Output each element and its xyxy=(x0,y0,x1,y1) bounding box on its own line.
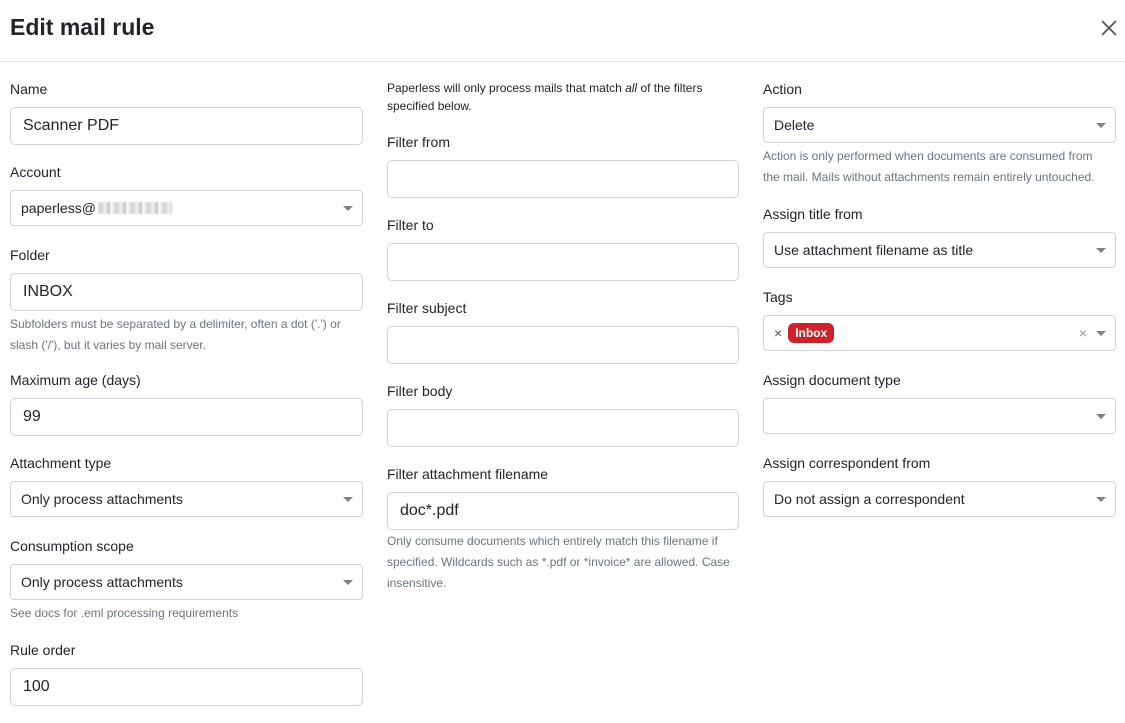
filter-to-label: Filter to xyxy=(387,217,434,233)
action-value: Delete xyxy=(774,117,815,133)
attachment-type-label: Attachment type xyxy=(10,455,112,471)
title-from-label: Assign title from xyxy=(763,206,863,222)
action-select[interactable]: Delete xyxy=(763,107,1116,143)
action-help: Action is only performed when documents … xyxy=(763,146,1095,188)
max-age-value: 99 xyxy=(23,408,41,425)
filter-filename-input[interactable]: doc*.pdf xyxy=(387,492,739,530)
name-input[interactable]: Scanner PDF xyxy=(10,107,363,145)
dialog-title: Edit mail rule xyxy=(10,14,155,40)
title-from-value: Use attachment filename as title xyxy=(774,242,974,258)
filter-filename-help: Only consume documents which entirely ma… xyxy=(387,531,730,594)
order-input[interactable]: 100 xyxy=(10,668,363,706)
filter-from-input[interactable] xyxy=(387,160,739,198)
doctype-select[interactable] xyxy=(763,398,1116,434)
correspondent-select[interactable]: Do not assign a correspondent xyxy=(763,481,1116,517)
intro-em: all xyxy=(625,81,638,95)
filter-intro: Paperless will only process mails that m… xyxy=(387,79,702,115)
tag-remove-icon[interactable]: × xyxy=(774,325,782,341)
filter-intro-line-2: specified below. xyxy=(387,99,472,113)
filter-body-label: Filter body xyxy=(387,383,453,399)
filter-from-label: Filter from xyxy=(387,134,450,150)
intro-post: of the filters xyxy=(637,81,703,95)
scope-select[interactable]: Only process attachments xyxy=(10,564,363,600)
attachment-type-value: Only process attachments xyxy=(21,491,183,507)
action-label: Action xyxy=(763,81,802,97)
max-age-input[interactable]: 99 xyxy=(10,398,363,436)
folder-input[interactable]: INBOX xyxy=(10,273,363,311)
intro-pre: Paperless will only process mails that m… xyxy=(387,81,626,95)
clear-icon[interactable]: × xyxy=(1079,325,1087,341)
title-from-select[interactable]: Use attachment filename as title xyxy=(763,232,1116,268)
folder-help: Subfolders must be separated by a delimi… xyxy=(10,314,341,356)
redacted-domain xyxy=(97,202,172,214)
chevron-down-icon xyxy=(1096,123,1106,128)
folder-label: Folder xyxy=(10,247,50,263)
filter-subject-label: Filter subject xyxy=(387,300,467,316)
filename-help-line-2: specified. Wildcards such as *.pdf or *i… xyxy=(387,555,730,569)
tags-select[interactable]: × Inbox × xyxy=(763,315,1116,351)
chevron-down-icon xyxy=(1096,331,1106,336)
filter-intro-line-1: Paperless will only process mails that m… xyxy=(387,79,702,97)
account-label: Account xyxy=(10,164,61,180)
action-help-line-1: Action is only performed when documents … xyxy=(763,149,1093,163)
chevron-down-icon xyxy=(1096,497,1106,502)
max-age-label: Maximum age (days) xyxy=(10,372,141,388)
tags-label: Tags xyxy=(763,289,793,305)
account-select[interactable]: paperless@ xyxy=(10,190,363,226)
folder-help-line-1: Subfolders must be separated by a delimi… xyxy=(10,317,341,331)
filename-help-line-1: Only consume documents which entirely ma… xyxy=(387,534,718,548)
order-label: Rule order xyxy=(10,642,76,658)
folder-value: INBOX xyxy=(23,283,73,300)
scope-value: Only process attachments xyxy=(21,574,183,590)
name-value: Scanner PDF xyxy=(23,117,120,134)
filter-subject-input[interactable] xyxy=(387,326,739,364)
chevron-down-icon xyxy=(1096,248,1106,253)
attachment-type-select[interactable]: Only process attachments xyxy=(10,481,363,517)
chevron-down-icon xyxy=(343,497,353,502)
action-help-line-2: the mail. Mails without attachments rema… xyxy=(763,170,1095,184)
name-label: Name xyxy=(10,81,48,97)
filename-help-line-3: insensitive. xyxy=(387,576,447,590)
filter-body-input[interactable] xyxy=(387,409,739,447)
correspondent-value: Do not assign a correspondent xyxy=(774,491,965,507)
scope-label: Consumption scope xyxy=(10,538,134,554)
chevron-down-icon xyxy=(343,580,353,585)
chevron-down-icon xyxy=(1096,414,1106,419)
account-value: paperless@ xyxy=(21,200,96,216)
tag-badge: Inbox xyxy=(788,323,835,343)
filter-filename-label: Filter attachment filename xyxy=(387,466,549,482)
order-value: 100 xyxy=(23,678,50,695)
close-icon[interactable] xyxy=(1096,15,1122,41)
filter-to-input[interactable] xyxy=(387,243,739,281)
chevron-down-icon xyxy=(343,206,353,211)
correspondent-label: Assign correspondent from xyxy=(763,455,931,471)
filter-filename-value: doc*.pdf xyxy=(400,502,459,519)
doctype-label: Assign document type xyxy=(763,372,901,388)
dialog-header: Edit mail rule xyxy=(0,0,1125,62)
folder-help-line-2: slash ('/'), but it varies by mail serve… xyxy=(10,338,206,352)
scope-help: See docs for .eml processing requirement… xyxy=(10,606,239,620)
